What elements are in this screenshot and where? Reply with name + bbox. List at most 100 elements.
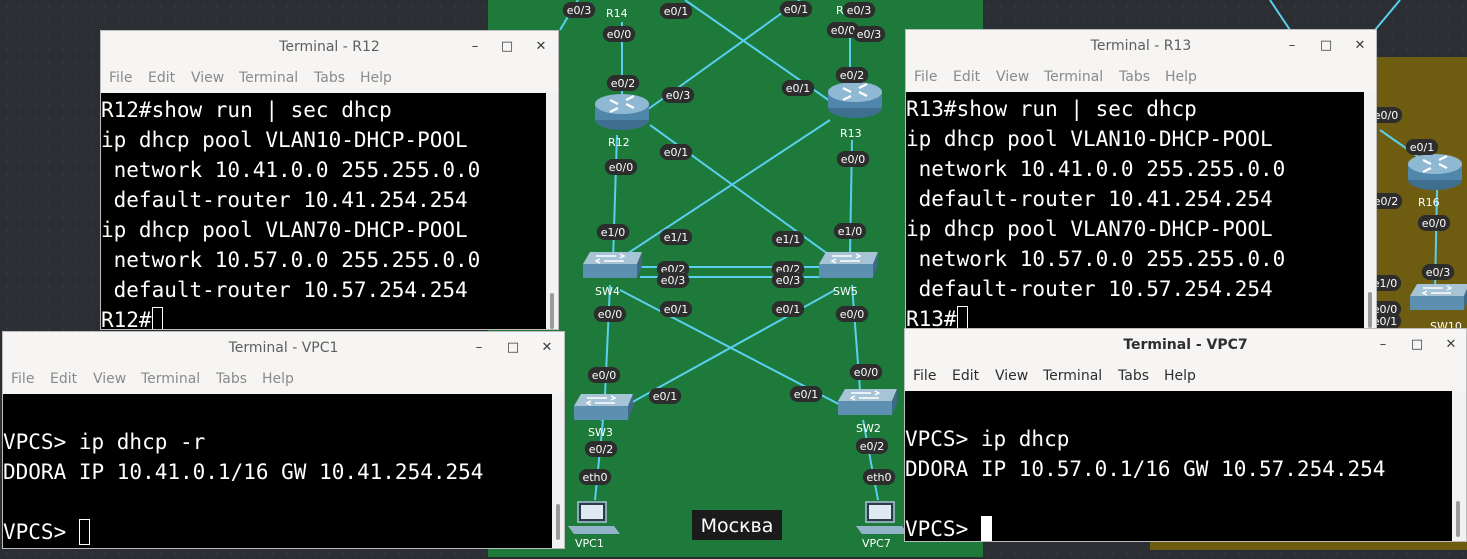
terminal-window-r13[interactable]: Terminal - R13 – □ ✕ File Edit View Term… [905,29,1377,329]
port-label: e0/1 [653,390,677,403]
menu-edit[interactable]: Edit [952,368,979,384]
router-icon-r13[interactable] [826,80,884,120]
port-label: e1/0 [838,225,862,238]
router-icon-r12[interactable] [593,92,651,132]
terminal-output[interactable]: R12#show run | sec dhcp ip dhcp pool VLA… [101,93,546,329]
terminal-window-r12[interactable]: Terminal - R12 – □ ✕ File Edit View Term… [100,30,559,330]
maximize-icon[interactable]: □ [1316,36,1336,56]
port-label: e0/2 [589,443,613,456]
device-label: VPC7 [862,537,891,550]
terminal-line: VPCS> ip dhcp -r [3,430,206,454]
terminal-line: DDORA IP 10.41.0.1/16 GW 10.41.254.254 [3,460,484,484]
port-label: e0/0 [598,308,622,321]
switch-icon-sw4[interactable] [582,251,643,279]
title-bar[interactable]: Terminal - VPC7 – □ ✕ [905,329,1466,362]
port-label: e0/3 [776,274,800,287]
title-bar[interactable]: Terminal - VPC1 – □ ✕ [3,332,564,365]
scrollbar[interactable] [1364,92,1376,328]
minimize-icon[interactable]: – [465,37,485,57]
terminal-line: default-router 10.41.254.254 [101,188,468,212]
switch-icon-sw10[interactable] [1409,283,1467,311]
port-label: e0/3 [1426,266,1450,279]
scrollbar[interactable] [546,93,558,329]
close-icon[interactable]: ✕ [1350,36,1370,56]
minimize-icon[interactable]: – [1373,335,1393,355]
menu-edit[interactable]: Edit [50,371,77,387]
switch-icon-sw5[interactable] [818,251,879,279]
terminal-output[interactable]: R13#show run | sec dhcp ip dhcp pool VLA… [906,92,1364,328]
menu-help[interactable]: Help [1164,368,1196,384]
menu-tabs[interactable]: Tabs [1119,69,1150,85]
scrollbar-thumb[interactable] [1368,292,1372,328]
menu-file[interactable]: File [11,371,34,387]
menu-terminal[interactable]: Terminal [1044,69,1103,85]
prompt-line: VPCS> [3,517,90,547]
menu-bar: File Edit View Terminal Tabs Help [905,361,1466,391]
terminal-window-vpc1[interactable]: Terminal - VPC1 – □ ✕ File Edit View Ter… [2,331,565,549]
title-bar[interactable]: Terminal - R12 – □ ✕ [101,31,558,64]
port-label: eth0 [582,471,607,484]
window-title: Terminal - R13 [1090,38,1192,54]
window-title: Terminal - R12 [279,39,380,55]
prompt: R12# [101,308,152,329]
close-icon[interactable]: ✕ [531,37,551,57]
scrollbar-thumb[interactable] [1456,501,1460,537]
menu-edit[interactable]: Edit [953,69,980,85]
menu-view[interactable]: View [995,368,1028,384]
menu-terminal[interactable]: Terminal [239,70,298,86]
menu-help[interactable]: Help [262,371,294,387]
menu-tabs[interactable]: Tabs [1118,368,1149,384]
menu-tabs[interactable]: Tabs [314,70,345,86]
prompt-line: R13# [906,304,968,328]
menu-view[interactable]: View [996,69,1029,85]
close-icon[interactable]: ✕ [537,338,557,358]
menu-help[interactable]: Help [1165,69,1197,85]
scrollbar[interactable] [552,394,564,548]
port-label: e0/3 [666,89,690,102]
menu-view[interactable]: View [93,371,126,387]
minimize-icon[interactable]: – [469,338,489,358]
terminal-window-vpc7[interactable]: Terminal - VPC7 – □ ✕ File Edit View Ter… [904,328,1467,542]
minimize-icon[interactable]: – [1282,36,1302,56]
port-label: e0/0 [831,24,855,37]
menu-file[interactable]: File [914,69,937,85]
menu-help[interactable]: Help [360,70,392,86]
close-icon[interactable]: ✕ [1441,335,1461,355]
device-label: SW4 [595,285,620,298]
terminal-output[interactable]: VPCS> ip dhcp -r DDORA IP 10.41.0.1/16 G… [3,394,552,548]
menu-view[interactable]: View [191,70,224,86]
menu-file[interactable]: File [109,70,132,86]
menu-file[interactable]: File [913,368,936,384]
title-bar[interactable]: Terminal - R13 – □ ✕ [906,30,1376,63]
terminal-line: network 10.57.0.0 255.255.0.0 [101,248,481,272]
terminal-line: R12#show run | sec dhcp [101,98,392,122]
switch-icon-sw3[interactable] [573,393,634,421]
port-label: e0/0 [609,161,633,174]
prompt-line: R12# [101,305,163,329]
router-icon-r16[interactable] [1406,152,1464,192]
menu-edit[interactable]: Edit [148,70,175,86]
scrollbar[interactable] [1452,391,1466,541]
scrollbar-thumb[interactable] [550,293,554,329]
prompt: R13# [906,307,957,328]
port-label: e0/0 [592,369,616,382]
menu-terminal[interactable]: Terminal [1043,368,1102,384]
terminal-line: ip dhcp pool VLAN10-DHCP-POOL [101,128,468,152]
maximize-icon[interactable]: □ [497,37,517,57]
port-label: e0/1 [786,82,810,95]
prompt: VPCS> [905,517,981,541]
terminal-output[interactable]: VPCS> ip dhcp DDORA IP 10.57.0.1/16 GW 1… [905,391,1452,541]
maximize-icon[interactable]: □ [503,338,523,358]
maximize-icon[interactable]: □ [1407,335,1427,355]
terminal-line: network 10.57.0.0 255.255.0.0 [906,247,1286,271]
menu-tabs[interactable]: Tabs [216,371,247,387]
port-label: e0/2 [1374,195,1398,208]
port-label: e0/0 [607,28,631,41]
menu-terminal[interactable]: Terminal [141,371,200,387]
port-label: e0/1 [1410,141,1434,154]
port-label: e0/1 [664,146,688,159]
scrollbar-thumb[interactable] [556,504,560,540]
switch-icon-sw2[interactable] [837,388,898,416]
port-label: e0/3 [857,28,881,41]
device-label: SW3 [588,426,613,439]
